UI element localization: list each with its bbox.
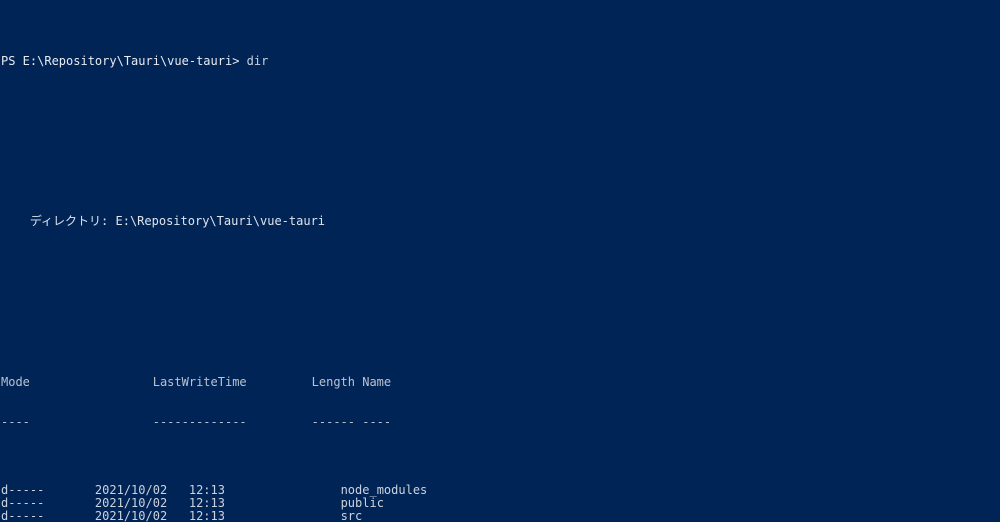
row-mode: d----- bbox=[1, 509, 45, 522]
prompt-path: PS E:\Repository\Tauri\vue-tauri> bbox=[1, 53, 240, 68]
powershell-terminal-window[interactable]: PS E:\Repository\Tauri\vue-tauri> dir ディ… bbox=[0, 0, 1000, 522]
row-name: src bbox=[333, 509, 363, 522]
row-time: 12:13 bbox=[167, 509, 225, 522]
row-date: 2021/10/02 bbox=[44, 495, 168, 510]
row-length bbox=[225, 509, 333, 522]
table-row[interactable]: d----- 2021/10/02 12:13 src bbox=[1, 510, 1000, 522]
row-name: public bbox=[333, 495, 384, 510]
directory-header: ディレクトリ: E:\Repository\Tauri\vue-tauri bbox=[1, 214, 326, 229]
table-row[interactable]: d----- 2021/10/02 12:13 public bbox=[1, 495, 1000, 510]
row-mode: d----- bbox=[1, 482, 45, 497]
row-length bbox=[225, 483, 333, 497]
directory-listing: d----- 2021/10/02 12:13 node_modules d---… bbox=[1, 482, 1000, 522]
terminal-screen: PS E:\Repository\Tauri\vue-tauri> dir ディ… bbox=[0, 0, 1000, 522]
row-length bbox=[225, 496, 333, 510]
table-header-rule: ---- ------------- ------ ---- bbox=[1, 415, 392, 430]
row-name: node_modules bbox=[333, 482, 428, 497]
row-date: 2021/10/02 bbox=[44, 509, 168, 522]
row-mode: d----- bbox=[1, 495, 45, 510]
row-date: 2021/10/02 bbox=[44, 482, 168, 497]
table-row[interactable]: d----- 2021/10/02 12:13 node_modules bbox=[1, 482, 1000, 497]
row-time: 12:13 bbox=[167, 482, 225, 497]
row-time: 12:13 bbox=[167, 495, 225, 510]
command-dir: dir bbox=[246, 53, 269, 68]
table-header-row: Mode LastWriteTime Length Name bbox=[1, 375, 392, 390]
prompt-line-dir: PS E:\Repository\Tauri\vue-tauri> dir bbox=[1, 53, 1000, 68]
